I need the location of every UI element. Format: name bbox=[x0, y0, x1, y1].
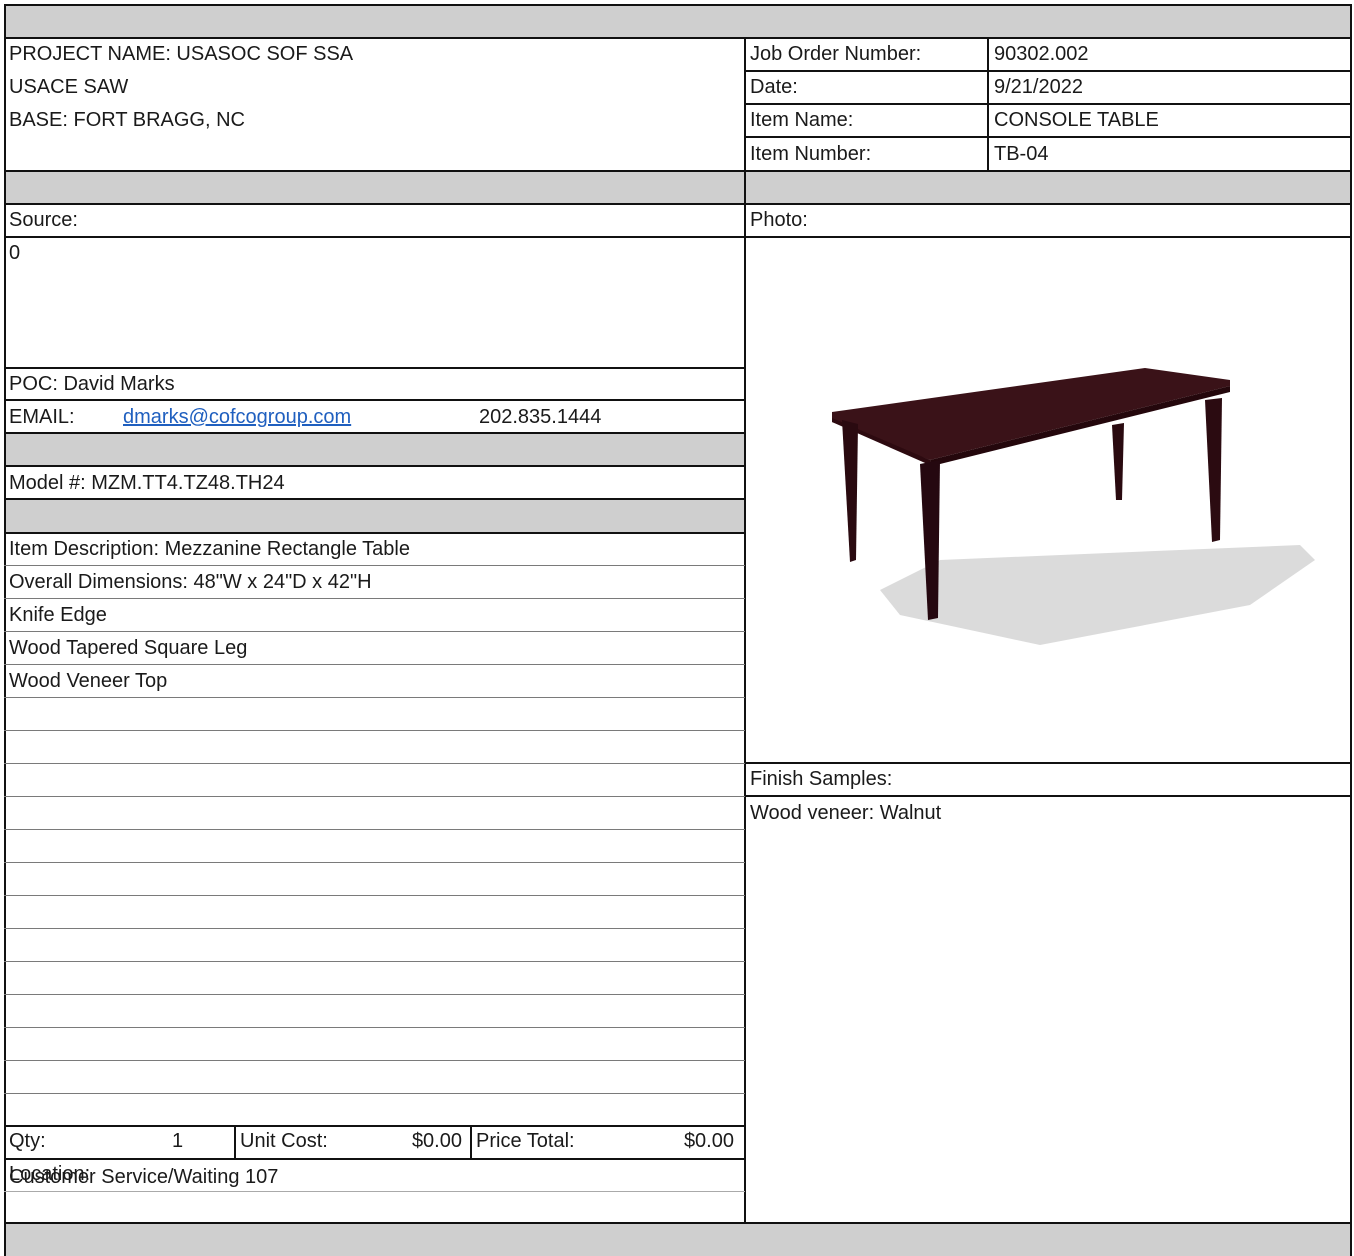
rule bbox=[4, 928, 745, 929]
rule bbox=[4, 1125, 745, 1127]
rule bbox=[4, 829, 745, 830]
poc: POC: David Marks bbox=[9, 373, 175, 395]
item-description: Item Description: Mezzanine Rectangle Ta… bbox=[9, 538, 410, 560]
rule bbox=[4, 1093, 745, 1094]
rule bbox=[4, 367, 745, 369]
email-link[interactable]: dmarks@cofcogroup.com bbox=[123, 405, 351, 429]
rule bbox=[4, 796, 745, 797]
rule bbox=[4, 37, 1352, 39]
item-number-value: TB-04 bbox=[994, 143, 1049, 165]
rule bbox=[745, 795, 1352, 797]
finish-value: Wood veneer: Walnut bbox=[750, 802, 942, 824]
finish-label: Finish Samples: bbox=[750, 768, 893, 790]
table-leg bbox=[1112, 423, 1124, 500]
rule bbox=[234, 1125, 236, 1160]
price-total-value: $0.00 bbox=[683, 1130, 734, 1152]
item-number-label: Item Number: bbox=[750, 143, 872, 165]
description-line: Wood Veneer Top bbox=[9, 670, 168, 692]
section-band-1 bbox=[4, 171, 1352, 204]
right-border bbox=[1350, 4, 1352, 1256]
rule bbox=[745, 70, 1352, 72]
phone: 202.835.1444 bbox=[479, 406, 602, 428]
rule bbox=[4, 730, 745, 731]
unit-cost-value: $0.00 bbox=[411, 1130, 462, 1152]
rule bbox=[4, 565, 745, 566]
rule bbox=[4, 236, 1352, 238]
rule bbox=[745, 136, 1352, 138]
rule bbox=[745, 762, 1352, 764]
rule bbox=[4, 1060, 745, 1061]
project-base: BASE: FORT BRAGG, NC bbox=[9, 109, 245, 131]
section-band-2 bbox=[4, 433, 745, 466]
email-label: EMAIL: bbox=[9, 406, 75, 428]
description-line: Knife Edge bbox=[9, 604, 107, 626]
unit-cost-label: Unit Cost: bbox=[240, 1130, 328, 1152]
rule bbox=[4, 862, 745, 863]
table-shadow bbox=[880, 545, 1315, 645]
price-total-label: Price Total: bbox=[476, 1130, 575, 1152]
rule bbox=[4, 1027, 745, 1028]
bottom-band bbox=[4, 1224, 1352, 1256]
job-order-value: 90302.002 bbox=[994, 43, 1089, 65]
rule bbox=[4, 631, 745, 632]
location-value: Customer Service/Waiting 107 bbox=[9, 1166, 279, 1188]
qty-value: 1 bbox=[172, 1130, 184, 1152]
source-value: 0 bbox=[9, 242, 21, 264]
top-border bbox=[4, 4, 1352, 6]
rule bbox=[4, 961, 745, 962]
rule bbox=[4, 598, 745, 599]
overall-dimensions: Overall Dimensions: 48"W x 24"D x 42"H bbox=[9, 571, 372, 593]
source-label: Source: bbox=[9, 209, 78, 231]
date-label: Date: bbox=[750, 76, 798, 98]
left-border bbox=[4, 4, 6, 1256]
table-photo bbox=[832, 368, 1315, 645]
rule bbox=[4, 1222, 1352, 1224]
rule bbox=[4, 664, 745, 665]
rule bbox=[987, 37, 989, 172]
job-order-label: Job Order Number: bbox=[750, 43, 922, 65]
project-name: PROJECT NAME: USASOC SOF SSA bbox=[9, 43, 354, 65]
item-name-value: CONSOLE TABLE bbox=[994, 109, 1159, 131]
rule bbox=[745, 103, 1352, 105]
model-number: Model #: MZM.TT4.TZ48.TH24 bbox=[9, 472, 285, 494]
rule bbox=[4, 465, 745, 467]
rule bbox=[470, 1125, 472, 1160]
rule bbox=[4, 170, 1352, 172]
table-leg bbox=[842, 420, 858, 562]
section-band-3 bbox=[4, 500, 745, 533]
rule bbox=[4, 399, 745, 401]
rule bbox=[4, 994, 745, 995]
table-leg bbox=[1205, 398, 1222, 542]
photo-label: Photo: bbox=[750, 209, 808, 231]
date-value: 9/21/2022 bbox=[994, 76, 1083, 98]
description-line: Wood Tapered Square Leg bbox=[9, 637, 248, 659]
rule bbox=[4, 1191, 745, 1192]
rule bbox=[4, 697, 745, 698]
rule bbox=[4, 895, 745, 896]
qty-label: Qty: bbox=[9, 1130, 46, 1152]
item-name-label: Item Name: bbox=[750, 109, 854, 131]
rule bbox=[4, 432, 745, 434]
top-band bbox=[4, 4, 1352, 38]
rule bbox=[4, 532, 745, 534]
rule bbox=[4, 498, 745, 500]
rule bbox=[4, 203, 1352, 205]
rule bbox=[4, 1158, 745, 1160]
project-agency: USACE SAW bbox=[9, 76, 129, 98]
rule bbox=[4, 763, 745, 764]
